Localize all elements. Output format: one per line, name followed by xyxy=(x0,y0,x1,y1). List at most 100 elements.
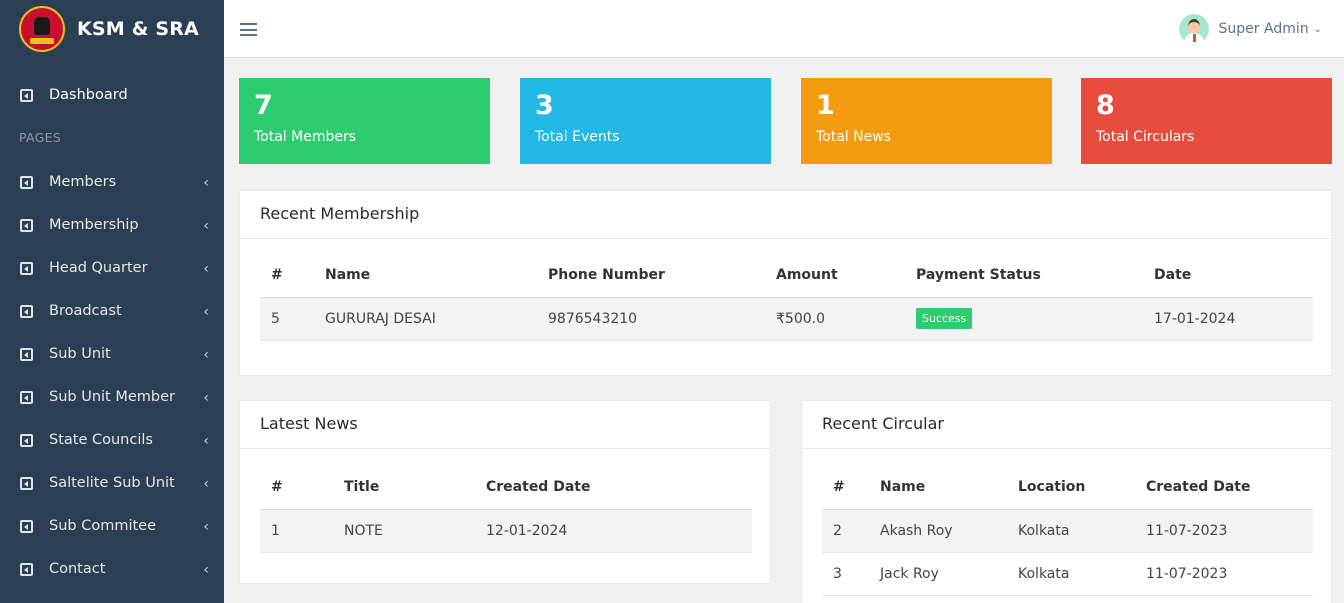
cell-date: 11-07-2023 xyxy=(1135,552,1313,596)
cell-name: GURURAJ DESAI xyxy=(314,297,537,341)
column-header: Date xyxy=(1143,253,1313,298)
sidebar-item-sub-commitee[interactable]: Sub Commitee ‹ xyxy=(0,506,224,546)
sidebar-item-head-quarter[interactable]: Head Quarter ‹ xyxy=(0,248,224,288)
sidebar-item-state-councils[interactable]: State Councils ‹ xyxy=(0,420,224,460)
column-header: # xyxy=(822,465,869,510)
caret-square-icon xyxy=(20,433,33,447)
sidebar-item-label: Sub Unit Member xyxy=(49,389,175,405)
table-header-row: # Name Location Created Date xyxy=(822,465,1313,510)
brand[interactable]: KSM & SRA xyxy=(0,0,224,58)
column-header: Created Date xyxy=(475,465,752,510)
sidebar-item-broadcast[interactable]: Broadcast ‹ xyxy=(0,291,224,331)
cell-id: 3 xyxy=(822,552,869,596)
caret-square-icon xyxy=(20,519,33,533)
sidebar-item-label: Broadcast xyxy=(49,303,122,319)
table-header-row: # Title Created Date xyxy=(260,465,752,510)
tile-label: Total Circulars xyxy=(1096,129,1195,145)
top-bar: Super Admin ⌄ xyxy=(224,0,1344,58)
sidebar-item-sub-unit-member[interactable]: Sub Unit Member ‹ xyxy=(0,377,224,417)
cell-amount: ₹500.0 xyxy=(765,297,905,341)
sidebar-item-sub-unit[interactable]: Sub Unit ‹ xyxy=(0,334,224,374)
caret-square-icon xyxy=(20,476,33,490)
cell-id: 5 xyxy=(260,297,314,341)
chevron-left-icon: ‹ xyxy=(203,562,209,578)
table-row: 2 Akash Roy Kolkata 11-07-2023 xyxy=(822,509,1313,553)
column-header: Amount xyxy=(765,253,905,298)
sidebar-item-label: Head Quarter xyxy=(49,260,148,276)
recent-membership-panel: Recent Membership # Name Phone Number Am… xyxy=(239,190,1332,376)
sidebar-item-label: Contact xyxy=(49,561,106,577)
avatar xyxy=(1178,14,1209,44)
column-header: # xyxy=(260,465,333,510)
tile-value: 8 xyxy=(1096,90,1115,121)
tile-total-circulars[interactable]: 8 Total Circulars xyxy=(1081,78,1332,164)
sidebar-item-label: Sub Commitee xyxy=(49,518,157,534)
status-badge: Success xyxy=(916,308,973,329)
cell-location: Kolkata xyxy=(1007,509,1135,553)
caret-square-icon xyxy=(20,347,33,361)
chevron-left-icon: ‹ xyxy=(203,261,209,277)
recent-circular-panel: Recent Circular # Name Location Created … xyxy=(801,400,1332,603)
chevron-left-icon: ‹ xyxy=(203,175,209,191)
sidebar-item-label: Members xyxy=(49,174,117,190)
tile-total-members[interactable]: 7 Total Members xyxy=(239,78,490,164)
circular-table: # Name Location Created Date 2 Akash Roy… xyxy=(822,465,1313,596)
menu-toggle-icon[interactable] xyxy=(240,23,257,36)
logo xyxy=(19,6,65,52)
column-header: Phone Number xyxy=(537,253,765,298)
cell-date: 12-01-2024 xyxy=(475,509,752,553)
user-menu[interactable]: Super Admin ⌄ xyxy=(1178,14,1322,44)
sidebar-item-label: State Councils xyxy=(49,432,153,448)
chevron-left-icon: ‹ xyxy=(203,476,209,492)
cell-status: Success xyxy=(905,297,1143,341)
chevron-down-icon: ⌄ xyxy=(1313,23,1322,35)
caret-square-icon xyxy=(20,218,33,232)
table-header-row: # Name Phone Number Amount Payment Statu… xyxy=(260,253,1313,298)
tile-label: Total Events xyxy=(535,129,620,145)
caret-square-icon xyxy=(20,390,33,404)
tile-value: 1 xyxy=(816,90,835,121)
app-name: KSM & SRA xyxy=(77,18,199,40)
section-label: PAGES xyxy=(19,130,62,145)
caret-square-icon xyxy=(20,261,33,275)
tile-total-news[interactable]: 1 Total News xyxy=(801,78,1052,164)
panel-title: Recent Circular xyxy=(802,401,1331,449)
chevron-left-icon: ‹ xyxy=(203,433,209,449)
table-row: 3 Jack Roy Kolkata 11-07-2023 xyxy=(822,552,1313,596)
latest-news-panel: Latest News # Title Created Date 1 NOTE … xyxy=(239,400,771,584)
sidebar-item-label: Saltelite Sub Unit xyxy=(49,475,175,491)
caret-square-icon xyxy=(20,88,33,102)
caret-square-icon xyxy=(20,304,33,318)
cell-title: NOTE xyxy=(333,509,475,553)
cell-name: Jack Roy xyxy=(869,552,1007,596)
column-header: Created Date xyxy=(1135,465,1313,510)
cell-location: Kolkata xyxy=(1007,552,1135,596)
sidebar-item-label: Dashboard xyxy=(49,87,128,103)
sidebar-item-membership[interactable]: Membership ‹ xyxy=(0,205,224,245)
cell-name: Akash Roy xyxy=(869,509,1007,553)
column-header: Name xyxy=(314,253,537,298)
sidebar-item-dashboard[interactable]: Dashboard xyxy=(0,75,224,115)
tile-value: 7 xyxy=(254,90,273,121)
sidebar-item-members[interactable]: Members ‹ xyxy=(0,162,224,202)
tile-label: Total News xyxy=(816,129,891,145)
table-row: 1 NOTE 12-01-2024 xyxy=(260,509,752,553)
column-header: # xyxy=(260,253,314,298)
tile-value: 3 xyxy=(535,90,554,121)
caret-square-icon xyxy=(20,562,33,576)
tile-total-events[interactable]: 3 Total Events xyxy=(520,78,771,164)
chevron-left-icon: ‹ xyxy=(203,519,209,535)
sidebar: KSM & SRA Dashboard PAGES Members ‹ Memb… xyxy=(0,0,224,603)
column-header: Name xyxy=(869,465,1007,510)
cell-id: 2 xyxy=(822,509,869,553)
cell-id: 1 xyxy=(260,509,333,553)
chevron-left-icon: ‹ xyxy=(203,390,209,406)
cell-date: 17-01-2024 xyxy=(1143,297,1313,341)
sidebar-item-contact[interactable]: Contact ‹ xyxy=(0,549,224,589)
chevron-left-icon: ‹ xyxy=(203,304,209,320)
sidebar-item-saltelite-sub-unit[interactable]: Saltelite Sub Unit ‹ xyxy=(0,463,224,503)
sidebar-item-label: Membership xyxy=(49,217,139,233)
cell-date: 11-07-2023 xyxy=(1135,509,1313,553)
user-name: Super Admin xyxy=(1218,21,1309,37)
sidebar-item-label: Sub Unit xyxy=(49,346,111,362)
